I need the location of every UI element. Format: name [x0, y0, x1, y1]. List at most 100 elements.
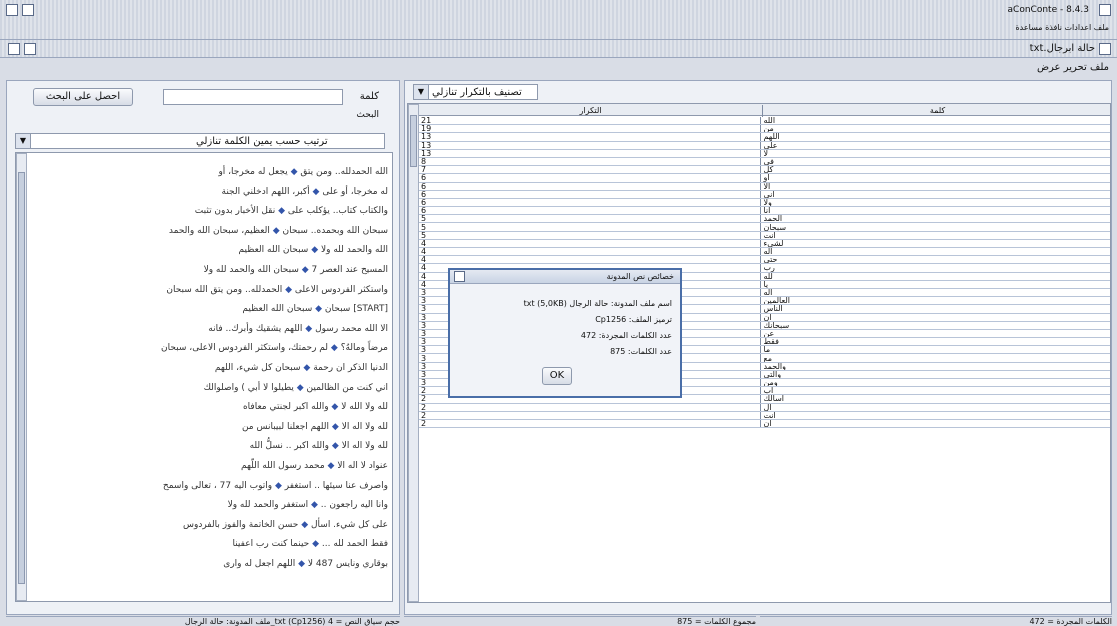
- table-row[interactable]: 5 سبحان: [419, 222, 1110, 232]
- results-scrollbar[interactable]: [16, 153, 27, 601]
- result-left-context: فقط الحمد لله ...: [321, 539, 388, 550]
- result-left-context: الدنيا الذكر ان رحمة: [313, 362, 388, 373]
- left-panel: احصل على البحث كلمة البحث ▼ ترتيب حسب يم…: [6, 80, 400, 615]
- result-line[interactable]: لله ولا اله الا ◆ والله اكبر .. نسلُّ ال…: [34, 437, 388, 457]
- table-row[interactable]: 6 او: [419, 173, 1110, 183]
- table-row[interactable]: 7 كل: [419, 165, 1110, 175]
- dialog-title: خصائص نص المدونة: [606, 272, 674, 281]
- table-row[interactable]: 4 حتى: [419, 255, 1110, 265]
- header-count[interactable]: التكرار: [419, 105, 763, 117]
- count-cell: 4: [419, 255, 762, 265]
- inner-app-icon: [8, 43, 20, 55]
- result-line[interactable]: على كل شيء. اسأل ◆ حسن الخاتمة والفوز با…: [34, 516, 388, 536]
- keyword-icon: ◆: [329, 441, 342, 452]
- table-row[interactable]: 6 انا: [419, 206, 1110, 216]
- table-row[interactable]: 8 في: [419, 157, 1110, 167]
- search-input[interactable]: [163, 89, 343, 105]
- result-line[interactable]: له مخرجا، أو على ◆ أكبر، اللهم ادخلني ال…: [34, 183, 389, 203]
- word-cell: انا: [760, 206, 1110, 216]
- result-right-context: محمد رسول الله اللّهم: [241, 460, 325, 471]
- menu-help[interactable]: مساعدة: [1015, 23, 1042, 32]
- result-line[interactable]: واصرف عنا سيئها .. استغفر ◆ واتوب اليه 7…: [34, 477, 388, 497]
- result-line[interactable]: الله الحمدلله.. ومن يتق ◆ يجعل له مخرجا،…: [34, 163, 388, 183]
- word-cell: الله: [760, 117, 1110, 126]
- table-row[interactable]: 6 ولا: [419, 198, 1110, 208]
- count-cell: 21: [419, 117, 762, 126]
- inner-restore-icon[interactable]: [24, 43, 36, 55]
- result-left-context: الا الله محمد رسول: [315, 323, 388, 334]
- restore-icon[interactable]: [22, 4, 34, 16]
- table-row[interactable]: 2 انت: [419, 411, 1110, 420]
- result-left-context: الله الحمدلله.. ومن يتق: [300, 167, 388, 177]
- word-cell: ما: [760, 345, 1110, 355]
- result-right-context: اللهم اجعلنا لبيبانس من: [241, 421, 330, 432]
- menu-settings[interactable]: اعدادات: [1065, 23, 1092, 32]
- table-row[interactable]: 4 لشيء: [419, 239, 1110, 249]
- result-line[interactable]: الله والحمد لله ولا ◆ سبحان الله العظيم: [34, 241, 388, 261]
- table-row[interactable]: 5 انت: [419, 231, 1110, 240]
- inner-close-icon[interactable]: [1099, 43, 1111, 55]
- table-row[interactable]: 4 اله: [419, 247, 1110, 257]
- result-right-context: حينما كنت رب اعفينا: [232, 539, 310, 550]
- result-line[interactable]: لله ولا الله لا ◆ والله اكبر لجنتي معافا…: [34, 398, 388, 418]
- menu-inner-file[interactable]: ملف: [1090, 62, 1109, 73]
- result-right-context: الحمدلله.. ومن يتق الله سبحان: [166, 284, 283, 295]
- properties-dialog: خصائص نص المدونة اسم ملف المدونة: حالة ا…: [448, 268, 682, 398]
- result-right-context: اللهم يشقيك وأبرك.. فانه: [208, 323, 303, 334]
- result-line[interactable]: سبحان الله وبحمده.. سبحان ◆ العظيم، سبحا…: [34, 222, 388, 242]
- table-row[interactable]: 2 ال: [419, 403, 1110, 412]
- table-row[interactable]: 5 الحمد: [419, 214, 1110, 224]
- table-row[interactable]: 6 الا: [419, 182, 1110, 191]
- result-line[interactable]: مرضاً ومالهُ؟ ◆ لم رحمتك، واستكثر الفردو…: [34, 339, 388, 359]
- sort-left-select[interactable]: ▼ ترتيب حسب يمين الكلمة تنازلي: [15, 133, 385, 149]
- result-line[interactable]: المسيح عند العصر 7 ◆ سبحان الله والحمد ل…: [34, 261, 388, 281]
- keyword-icon: ◆: [269, 225, 283, 236]
- search-button[interactable]: احصل على البحث: [33, 88, 133, 106]
- keyword-icon: ◆: [282, 284, 295, 295]
- menu-window[interactable]: نافذة: [1045, 23, 1062, 32]
- result-line[interactable]: بوقاري ونايس 487 لا ◆ اللهم اجعل له وارى: [34, 555, 388, 575]
- menu-inner-edit[interactable]: تحرير: [1064, 62, 1087, 73]
- result-line[interactable]: واستكثر الفردوس الاعلى ◆ الحمدلله.. ومن …: [34, 281, 388, 301]
- result-line[interactable]: عنواد لا اله الا ◆ محمد رسول الله اللّهم: [34, 457, 388, 477]
- keyword-icon: ◆: [293, 382, 307, 393]
- table-row[interactable]: 6 اني: [419, 190, 1110, 199]
- close-icon[interactable]: [1099, 4, 1111, 16]
- table-row[interactable]: 2 ان: [419, 419, 1110, 429]
- dialog-close-icon[interactable]: [454, 271, 465, 282]
- table-scrollbar[interactable]: [408, 104, 419, 602]
- header-word[interactable]: كلمة: [764, 105, 1110, 117]
- table-row[interactable]: 21 الله: [419, 117, 1110, 126]
- word-cell: اللهم: [760, 132, 1110, 142]
- result-line[interactable]: والكتاب كتاب.. يؤكلب على ◆ نقل الأخبار ب…: [34, 202, 388, 222]
- status-left: ملف المدونة: حالة الرجال_txt (Cp1256) حج…: [6, 616, 400, 626]
- result-right-context: سبحان الله العظيم: [242, 304, 313, 315]
- menu-file[interactable]: ملف: [1094, 23, 1109, 32]
- table-row[interactable]: 13 لا: [419, 149, 1110, 158]
- table-row[interactable]: 19 من: [419, 124, 1110, 134]
- ok-button[interactable]: OK: [542, 367, 572, 385]
- dialog-line-1: اسم ملف المدونة: حالة الرجال (txt (5,0KB: [523, 299, 672, 308]
- table-row[interactable]: 13 على: [419, 141, 1110, 150]
- menu-inner-view[interactable]: عرض: [1037, 62, 1061, 73]
- sort-right-select[interactable]: ▼ تصنيف بالتكرار تنازلي: [413, 84, 538, 100]
- word-cell: الا: [760, 182, 1110, 191]
- result-line[interactable]: الا الله محمد رسول ◆ اللهم يشقيك وأبرك..…: [34, 320, 388, 340]
- result-line[interactable]: لله ولا اله الا ◆ اللهم اجعلنا لبيبانس م…: [34, 418, 388, 438]
- result-line[interactable]: اني كنت من الظالمين ◆ يطيلوا لا أبي ) وا…: [34, 379, 388, 399]
- result-line[interactable]: فقط الحمد لله ... ◆ حينما كنت رب اعفينا: [34, 535, 388, 555]
- count-cell: 6: [419, 182, 762, 191]
- table-scroll-thumb[interactable]: [410, 115, 417, 167]
- outer-title-bar: aConConte - 8.4.3 ملف اعدادات نافذة مساع…: [0, 0, 1117, 40]
- result-right-context: اللهم اجعل له وارى: [223, 558, 296, 569]
- results-scroll-thumb[interactable]: [18, 172, 25, 584]
- table-row[interactable]: 13 اللهم: [419, 132, 1110, 142]
- result-line[interactable]: الدنيا الذكر ان رحمة ◆ سبحان كل شيء، الل…: [34, 359, 388, 379]
- count-cell: 19: [419, 124, 762, 134]
- result-line[interactable]: [START] سبحان ◆ سبحان الله العظيم: [34, 300, 388, 320]
- app-title: aConConte - 8.4.3: [1007, 5, 1089, 15]
- count-cell: 6: [419, 198, 762, 208]
- result-line[interactable]: وانا اليه راجعون .. ◆ استغفر والحمد لله …: [34, 496, 388, 516]
- result-left-context: على كل شيء. اسأل: [311, 519, 388, 530]
- keyword-icon: ◆: [328, 343, 341, 354]
